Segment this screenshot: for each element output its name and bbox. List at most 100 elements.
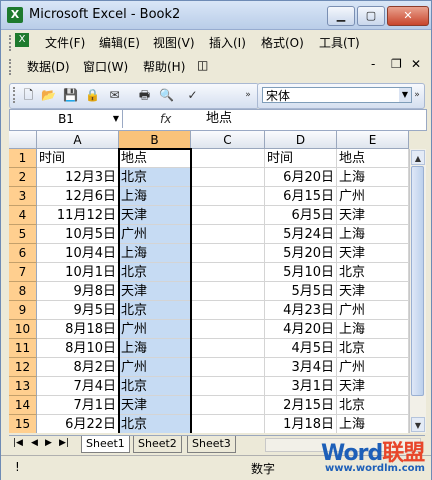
menu-window[interactable]: 窗口(W) xyxy=(83,58,128,75)
open-folder-icon[interactable]: 📂 xyxy=(40,87,57,104)
close-button[interactable]: ✕ xyxy=(387,6,429,26)
column-header-d[interactable]: D xyxy=(265,131,337,149)
cell-c6[interactable] xyxy=(191,244,265,263)
cell-c11[interactable] xyxy=(191,339,265,358)
cell-b4[interactable]: 天津 xyxy=(119,206,191,225)
cell-b11[interactable]: 上海 xyxy=(119,339,191,358)
row-header[interactable]: 5 xyxy=(9,225,37,244)
name-box[interactable]: B1 ▼ xyxy=(10,110,123,128)
cell-a12[interactable]: 8月2日 xyxy=(37,358,119,377)
print-preview-icon[interactable]: 🔍 xyxy=(158,87,175,104)
row-header[interactable]: 13 xyxy=(9,377,37,396)
column-header-b[interactable]: B xyxy=(119,131,191,149)
row-header[interactable]: 8 xyxy=(9,282,37,301)
cell-d8[interactable]: 5月5日 xyxy=(265,282,337,301)
menu-gripper[interactable] xyxy=(9,35,14,51)
row-header[interactable]: 3 xyxy=(9,187,37,206)
cell-c13[interactable] xyxy=(191,377,265,396)
cell-c14[interactable] xyxy=(191,396,265,415)
permission-icon[interactable]: 🔒 xyxy=(84,87,101,104)
menu-edit[interactable]: 编辑(E) xyxy=(99,34,140,51)
cell-a5[interactable]: 10月5日 xyxy=(37,225,119,244)
menu-format[interactable]: 格式(O) xyxy=(261,34,304,51)
menu-insert[interactable]: 插入(I) xyxy=(209,34,246,51)
new-document-icon[interactable]: 🗋 xyxy=(20,87,37,104)
cell-d1[interactable]: 时间 xyxy=(265,149,337,168)
spelling-icon[interactable]: ✓ xyxy=(184,87,201,104)
cell-a10[interactable]: 8月18日 xyxy=(37,320,119,339)
row-header[interactable]: 1 xyxy=(9,149,37,168)
cell-b13[interactable]: 北京 xyxy=(119,377,191,396)
cell-b15[interactable]: 北京 xyxy=(119,415,191,433)
cell-b8[interactable]: 天津 xyxy=(119,282,191,301)
row-header[interactable]: 7 xyxy=(9,263,37,282)
prev-sheet-icon[interactable]: ◀ xyxy=(31,438,38,448)
chevron-down-icon[interactable]: ▼ xyxy=(399,88,411,102)
column-header-a[interactable]: A xyxy=(37,131,119,149)
cell-a6[interactable]: 10月4日 xyxy=(37,244,119,263)
column-header-c[interactable]: C xyxy=(191,131,265,149)
vertical-scrollbar[interactable]: ▲ ▼ xyxy=(409,149,426,433)
select-all-corner[interactable] xyxy=(9,131,37,149)
row-header[interactable]: 9 xyxy=(9,301,37,320)
cell-d11[interactable]: 4月5日 xyxy=(265,339,337,358)
cell-c3[interactable] xyxy=(191,187,265,206)
speech-icon[interactable]: ◫ xyxy=(197,58,208,72)
cell-a4[interactable]: 11月12日 xyxy=(37,206,119,225)
cell-a3[interactable]: 12月6日 xyxy=(37,187,119,206)
font-name-select[interactable]: 宋体 ▼ xyxy=(262,87,412,103)
cell-a15[interactable]: 6月22日 xyxy=(37,415,119,433)
cell-a14[interactable]: 7月1日 xyxy=(37,396,119,415)
doc-minimize-button[interactable]: - xyxy=(371,57,375,71)
insert-function-icon[interactable]: fx xyxy=(160,110,171,128)
cell-b7[interactable]: 北京 xyxy=(119,263,191,282)
cell-b1[interactable]: 地点 xyxy=(119,149,191,168)
row-header[interactable]: 11 xyxy=(9,339,37,358)
row-header[interactable]: 4 xyxy=(9,206,37,225)
cell-e1[interactable]: 地点 xyxy=(337,149,409,168)
cell-e3[interactable]: 广州 xyxy=(337,187,409,206)
last-sheet-icon[interactable]: ▶| xyxy=(59,438,69,448)
tab-sheet2[interactable]: Sheet2 xyxy=(133,436,182,453)
menu-data[interactable]: 数据(D) xyxy=(27,58,70,75)
cell-b2[interactable]: 北京 xyxy=(119,168,191,187)
cell-a9[interactable]: 9月5日 xyxy=(37,301,119,320)
cell-b12[interactable]: 广州 xyxy=(119,358,191,377)
cell-e11[interactable]: 北京 xyxy=(337,339,409,358)
cell-c9[interactable] xyxy=(191,301,265,320)
cell-c1[interactable] xyxy=(191,149,265,168)
cell-e15[interactable]: 上海 xyxy=(337,415,409,433)
cell-e14[interactable]: 北京 xyxy=(337,396,409,415)
cell-e8[interactable]: 天津 xyxy=(337,282,409,301)
cell-e6[interactable]: 天津 xyxy=(337,244,409,263)
cell-a13[interactable]: 7月4日 xyxy=(37,377,119,396)
menu-tools[interactable]: 工具(T) xyxy=(319,34,360,51)
cell-a8[interactable]: 9月8日 xyxy=(37,282,119,301)
cell-e5[interactable]: 上海 xyxy=(337,225,409,244)
row-header[interactable]: 14 xyxy=(9,396,37,415)
cell-d5[interactable]: 5月24日 xyxy=(265,225,337,244)
cell-c10[interactable] xyxy=(191,320,265,339)
cell-a7[interactable]: 10月1日 xyxy=(37,263,119,282)
cell-a1[interactable]: 时间 xyxy=(37,149,119,168)
cell-a11[interactable]: 8月10日 xyxy=(37,339,119,358)
cell-e2[interactable]: 上海 xyxy=(337,168,409,187)
toolbar-options-icon[interactable]: » xyxy=(242,87,254,104)
doc-restore-button[interactable]: ❐ xyxy=(391,57,402,71)
cell-c2[interactable] xyxy=(191,168,265,187)
cell-a2[interactable]: 12月3日 xyxy=(37,168,119,187)
row-header[interactable]: 12 xyxy=(9,358,37,377)
menu-view[interactable]: 视图(V) xyxy=(153,34,195,51)
cell-d14[interactable]: 2月15日 xyxy=(265,396,337,415)
formula-input[interactable]: 地点 xyxy=(206,110,232,128)
menu-help[interactable]: 帮助(H) xyxy=(143,58,185,75)
vertical-scroll-thumb[interactable] xyxy=(411,166,424,396)
cell-d6[interactable]: 5月20日 xyxy=(265,244,337,263)
cell-b6[interactable]: 上海 xyxy=(119,244,191,263)
cell-d2[interactable]: 6月20日 xyxy=(265,168,337,187)
chevron-down-icon[interactable]: ▼ xyxy=(113,110,119,128)
row-header[interactable]: 10 xyxy=(9,320,37,339)
cell-c7[interactable] xyxy=(191,263,265,282)
cell-c15[interactable] xyxy=(191,415,265,433)
cell-d15[interactable]: 1月18日 xyxy=(265,415,337,433)
